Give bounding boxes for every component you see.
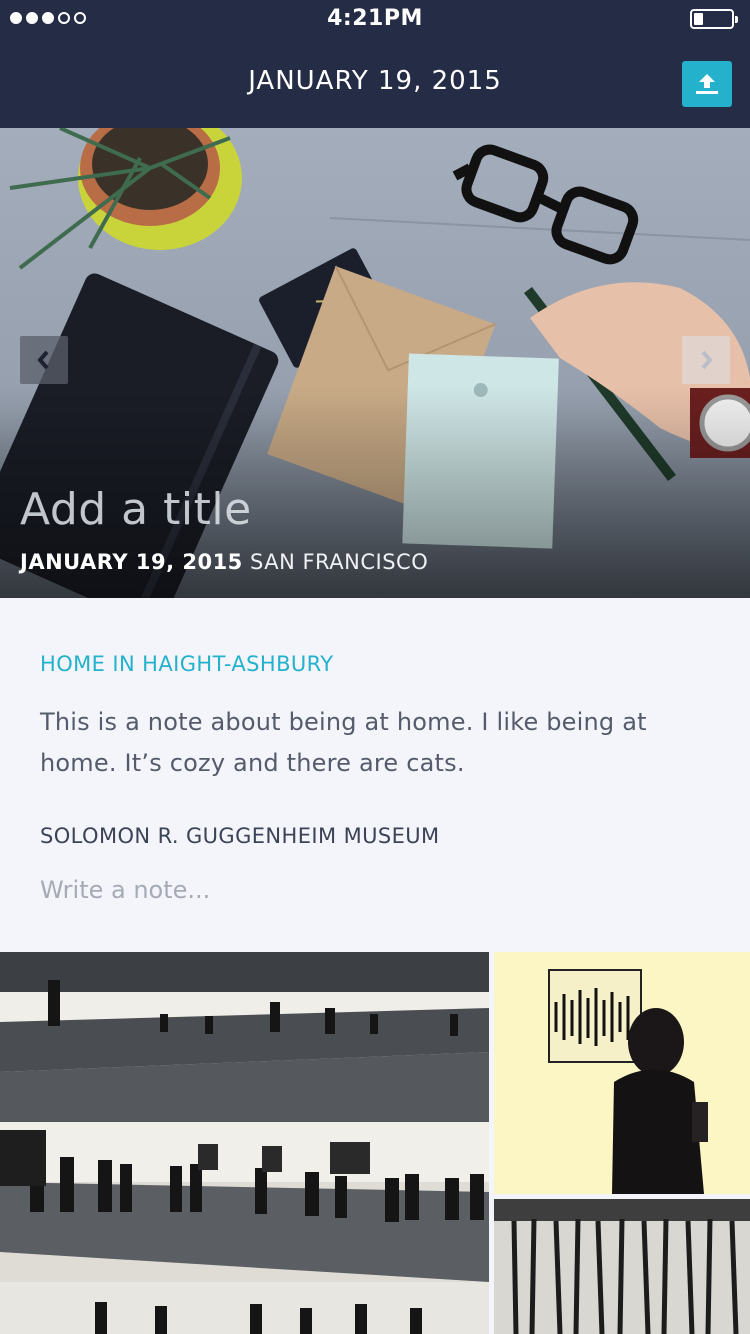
entry-meta: JANUARY 19, 2015 SAN FRANCISCO bbox=[20, 550, 428, 574]
photo-gallery bbox=[0, 952, 750, 1334]
chevron-left-icon bbox=[37, 350, 49, 370]
installation-photo[interactable] bbox=[494, 1199, 750, 1334]
place-heading: SOLOMON R. GUGGENHEIM MUSEUM bbox=[40, 824, 440, 848]
previous-photo-button[interactable] bbox=[20, 336, 68, 384]
next-photo-button[interactable] bbox=[682, 336, 730, 384]
entry-date: JANUARY 19, 2015 bbox=[20, 550, 243, 574]
entry-location: SAN FRANCISCO bbox=[250, 550, 429, 574]
installation-image bbox=[494, 1199, 750, 1334]
notes-section: HOME IN HAIGHT-ASHBURY This is a note ab… bbox=[0, 598, 750, 952]
hero-photo: Add a title JANUARY 19, 2015 SAN FRANCIS… bbox=[0, 128, 750, 598]
status-bar: 4:21PM bbox=[0, 0, 750, 40]
status-time: 4:21PM bbox=[327, 6, 423, 31]
note-input[interactable] bbox=[40, 876, 680, 904]
page-title: JANUARY 19, 2015 bbox=[248, 66, 502, 96]
battery-icon bbox=[690, 9, 738, 29]
museum-rotunda-image bbox=[0, 952, 489, 1334]
museum-rotunda-photo[interactable] bbox=[0, 952, 489, 1334]
note-text[interactable]: This is a note about being at home. I li… bbox=[40, 702, 680, 784]
upload-icon bbox=[696, 74, 718, 94]
chevron-right-icon bbox=[701, 350, 713, 370]
upload-button[interactable] bbox=[682, 61, 732, 107]
entry-title-field[interactable]: Add a title bbox=[20, 484, 252, 535]
place-heading: HOME IN HAIGHT-ASHBURY bbox=[40, 652, 334, 676]
nav-bar: JANUARY 19, 2015 bbox=[0, 40, 750, 128]
artwork-viewer-image bbox=[494, 952, 750, 1194]
artwork-viewer-photo[interactable] bbox=[494, 952, 750, 1194]
